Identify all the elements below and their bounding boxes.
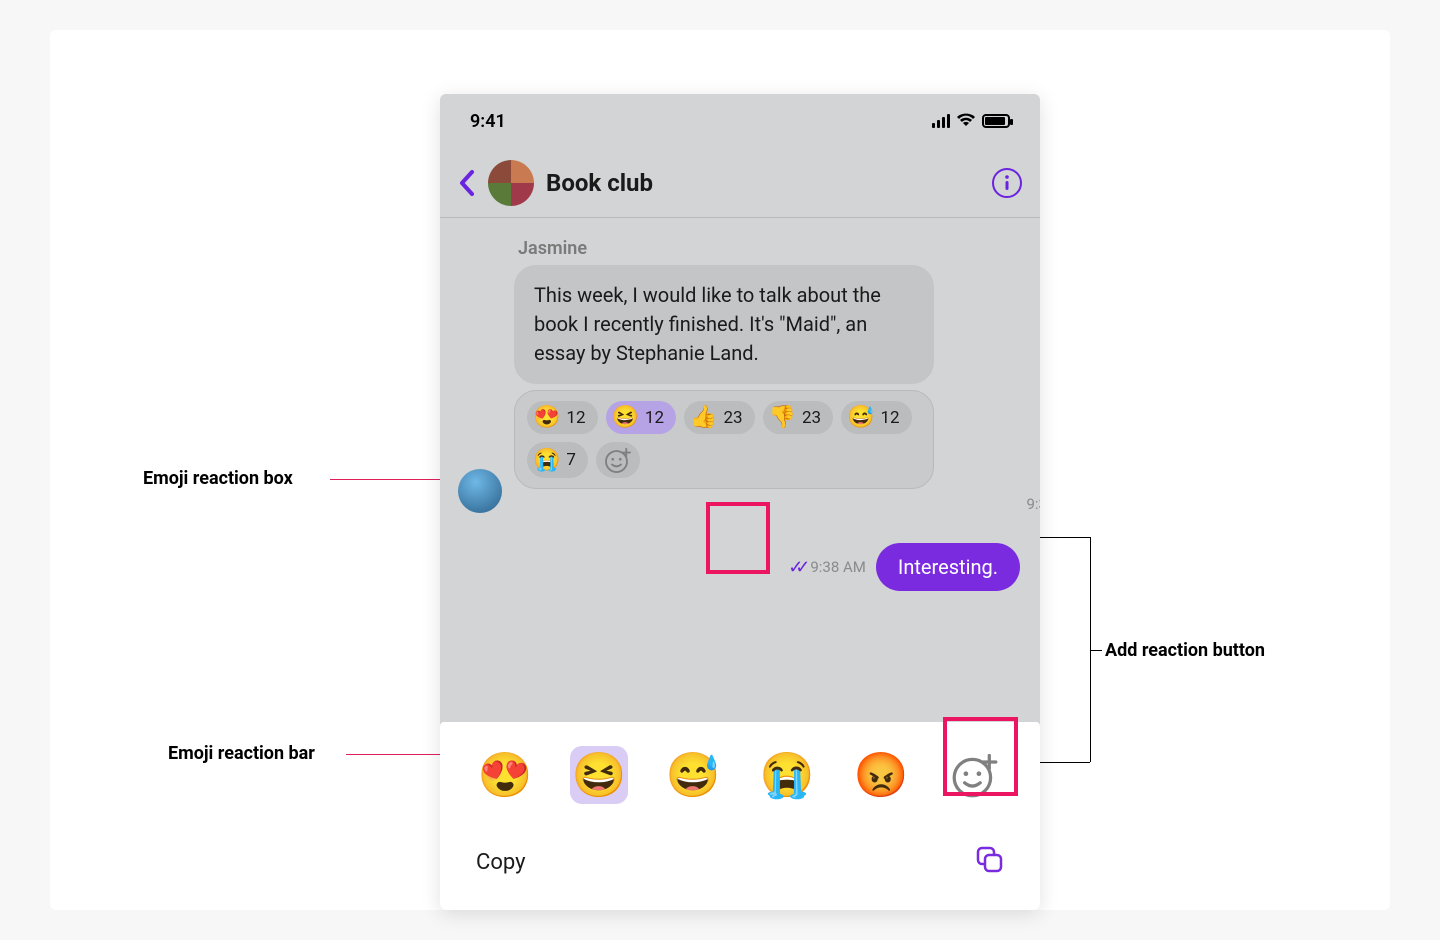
message-time: 9:35 AM <box>514 495 1040 513</box>
chat-title: Book club <box>546 169 653 197</box>
reaction-pill[interactable]: 😍 12 <box>527 401 598 434</box>
canvas: Emoji reaction box Emoji reaction bar Ad… <box>50 30 1390 910</box>
cellular-icon <box>932 114 950 128</box>
group-avatar[interactable] <box>488 160 534 206</box>
status-icons <box>932 111 1010 132</box>
read-receipt-icon: ✓✓ <box>788 557 802 578</box>
reply-row: ✓✓ 9:38 AM Interesting. <box>458 543 1022 591</box>
reaction-pill[interactable]: 👍 23 <box>684 401 755 434</box>
reply-time: 9:38 AM <box>810 558 866 576</box>
add-reaction-button[interactable] <box>596 442 640 478</box>
back-button[interactable] <box>458 169 476 197</box>
annotation-add-button: Add reaction button <box>1105 640 1265 661</box>
reaction-emoji: 😭 <box>533 448 560 473</box>
wifi-icon <box>956 111 976 132</box>
copy-icon <box>974 844 1004 880</box>
message-row: This week, I would like to talk about th… <box>458 265 1022 513</box>
add-reaction-button[interactable] <box>946 746 1004 804</box>
annotation-reaction-box: Emoji reaction box <box>143 468 293 489</box>
reaction-bar-emoji[interactable]: 😅 <box>664 746 722 804</box>
status-time: 9:41 <box>470 111 506 132</box>
sender-avatar[interactable] <box>458 469 502 513</box>
message-bubble[interactable]: This week, I would like to talk about th… <box>514 265 934 384</box>
reaction-bar-emoji[interactable]: 😡 <box>852 746 910 804</box>
reaction-count: 7 <box>566 450 576 470</box>
reaction-pill[interactable]: 😆 12 <box>606 401 677 434</box>
reaction-emoji: 👍 <box>690 405 717 430</box>
reply-bubble[interactable]: Interesting. <box>876 543 1020 591</box>
reaction-bar-emoji[interactable]: 😭 <box>758 746 816 804</box>
chat-header: Book club <box>440 148 1040 218</box>
reaction-count: 12 <box>880 408 899 428</box>
reaction-pill[interactable]: 😅 12 <box>841 401 912 434</box>
reaction-emoji: 👎 <box>769 405 796 430</box>
sender-name: Jasmine <box>518 238 1022 259</box>
reaction-bar-emoji[interactable]: 😆 <box>570 746 628 804</box>
phone-frame: 9:41 Book club Jasmine <box>440 94 1040 910</box>
annotation-line <box>1090 650 1102 651</box>
message-list[interactable]: Jasmine This week, I would like to talk … <box>440 218 1040 601</box>
reaction-count: 12 <box>645 408 664 428</box>
status-bar: 9:41 <box>440 94 1040 148</box>
reaction-emoji: 😆 <box>612 405 639 430</box>
reaction-bar: 😍 😆 😅 😭 😡 <box>440 722 1040 822</box>
menu-row-copy[interactable]: Copy <box>440 822 1040 910</box>
reaction-box: 😍12😆12👍23👎23😅12😭7 <box>514 390 934 489</box>
context-sheet: 😍 😆 😅 😭 😡 Copy <box>440 722 1040 910</box>
reaction-pill[interactable]: 👎 23 <box>763 401 834 434</box>
reaction-emoji: 😅 <box>847 405 874 430</box>
copy-label: Copy <box>476 850 526 875</box>
reaction-emoji: 😍 <box>533 405 560 430</box>
reaction-count: 23 <box>802 408 821 428</box>
reaction-pill[interactable]: 😭7 <box>527 442 588 478</box>
info-button[interactable] <box>992 168 1022 198</box>
annotation-reaction-bar: Emoji reaction bar <box>168 743 315 764</box>
reaction-bar-emoji[interactable]: 😍 <box>476 746 534 804</box>
reaction-count: 23 <box>723 408 742 428</box>
reaction-count: 12 <box>566 408 585 428</box>
battery-icon <box>982 114 1010 128</box>
